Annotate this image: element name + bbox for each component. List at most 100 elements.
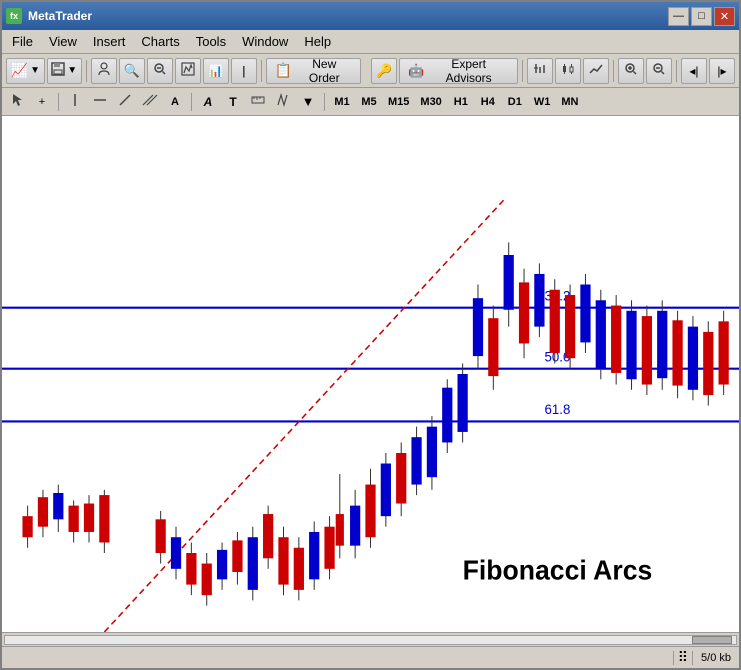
- wave-button[interactable]: [272, 91, 294, 113]
- text-icon: A: [204, 95, 213, 109]
- tf-mn[interactable]: MN: [557, 91, 582, 113]
- toolbar-separator-3: [522, 60, 523, 82]
- measure-icon: [251, 93, 265, 110]
- menu-view[interactable]: View: [41, 32, 85, 51]
- menu-window[interactable]: Window: [234, 32, 296, 51]
- tf-w1[interactable]: W1: [530, 91, 555, 113]
- zoom-in-icon: 🔍: [124, 63, 140, 79]
- zoom-in2-button[interactable]: [618, 58, 644, 84]
- draw-sep-1: [58, 93, 59, 111]
- scroll-left-button[interactable]: ◂|: [681, 58, 707, 84]
- horizontal-line-button[interactable]: [89, 91, 111, 113]
- bar-chart-button[interactable]: [527, 58, 553, 84]
- status-separator-2: [692, 651, 693, 665]
- expert-advisors-button[interactable]: 🤖 Expert Advisors: [399, 58, 518, 84]
- scroll-right-button[interactable]: |▸: [709, 58, 735, 84]
- zoom-in2-icon: [624, 62, 638, 79]
- maximize-button[interactable]: □: [691, 7, 712, 26]
- bar-chart-icon: [533, 62, 547, 79]
- save-button[interactable]: ▼: [47, 58, 82, 84]
- lock-button[interactable]: 🔑: [371, 58, 397, 84]
- menu-insert[interactable]: Insert: [85, 32, 134, 51]
- chart-properties-icon: [181, 62, 195, 79]
- line-chart-button[interactable]: [583, 58, 609, 84]
- menu-file[interactable]: File: [4, 32, 41, 51]
- expert-icon: 🤖: [408, 63, 424, 79]
- status-bar: ⠿ 5/0 kb: [2, 646, 739, 668]
- tf-d1[interactable]: D1: [503, 91, 527, 113]
- tf-m30[interactable]: M30: [416, 91, 445, 113]
- crosshair-button[interactable]: +: [31, 91, 53, 113]
- arrow-button[interactable]: T: [222, 91, 244, 113]
- candle-icon: [561, 62, 575, 79]
- svg-text:Fibonacci Arcs: Fibonacci Arcs: [463, 555, 653, 585]
- tf-m5[interactable]: M5: [357, 91, 381, 113]
- new-order-button[interactable]: 📋 New Order: [266, 58, 361, 84]
- fib-button[interactable]: A: [164, 91, 186, 113]
- close-button[interactable]: ✕: [714, 7, 735, 26]
- measure-button[interactable]: [247, 91, 269, 113]
- app-icon: fx: [6, 8, 22, 24]
- trendline-button[interactable]: [114, 91, 136, 113]
- color-picker-button[interactable]: ▼: [297, 91, 319, 113]
- candle-chart-button[interactable]: [555, 58, 581, 84]
- text-button[interactable]: A: [197, 91, 219, 113]
- cursor-button[interactable]: [6, 91, 28, 113]
- profiles-button[interactable]: [91, 58, 117, 84]
- minimize-button[interactable]: —: [668, 7, 689, 26]
- profiles-icon: [97, 62, 111, 79]
- period-separator-button[interactable]: |: [231, 58, 257, 84]
- scroll-track[interactable]: [4, 635, 737, 645]
- wave-icon: [276, 93, 290, 110]
- grid-icon: ⠿: [678, 649, 688, 666]
- zoom-out-icon: [153, 62, 167, 79]
- menu-charts[interactable]: Charts: [133, 32, 187, 51]
- tf-h1[interactable]: H1: [449, 91, 473, 113]
- horizontal-scrollbar[interactable]: [2, 632, 739, 646]
- channel-icon: [142, 93, 158, 110]
- scroll-right-icon: |▸: [717, 64, 726, 78]
- crosshair-icon: +: [39, 96, 45, 108]
- lock-icon: 🔑: [376, 63, 392, 79]
- horizontal-line-icon: [93, 93, 107, 110]
- new-order-icon: 📋: [275, 62, 292, 79]
- indicators-button[interactable]: 📊: [203, 58, 229, 84]
- new-order-label: New Order: [296, 57, 352, 85]
- scroll-left-icon: ◂|: [689, 64, 698, 78]
- arrow-icon: T: [229, 95, 236, 109]
- menu-bar: File View Insert Charts Tools Window Hel…: [2, 30, 739, 54]
- color-picker-icon: ▼: [302, 94, 315, 109]
- indicators-icon: 📊: [208, 64, 223, 78]
- tf-h4[interactable]: H4: [476, 91, 500, 113]
- zoom-out-button[interactable]: [147, 58, 173, 84]
- vertical-line-icon: [68, 93, 82, 110]
- vertical-line-button[interactable]: [64, 91, 86, 113]
- channel-button[interactable]: [139, 91, 161, 113]
- fib-icon: A: [171, 96, 179, 108]
- menu-help[interactable]: Help: [296, 32, 339, 51]
- toolbar-separator-2: [261, 60, 262, 82]
- candlestick-chart: 38.2 50.0 61.8: [2, 116, 739, 632]
- status-separator-1: [673, 651, 674, 665]
- file-size-label: 5/0 kb: [697, 652, 735, 664]
- new-chart-icon: 📈: [11, 62, 28, 79]
- chart-properties-button[interactable]: [175, 58, 201, 84]
- title-bar-text: MetaTrader: [28, 9, 668, 23]
- line-chart-icon: [589, 62, 603, 79]
- zoom-out2-button[interactable]: [646, 58, 672, 84]
- new-chart-button[interactable]: 📈 ▼: [6, 58, 45, 84]
- expert-advisors-label: Expert Advisors: [428, 57, 509, 85]
- main-toolbar: 📈 ▼ ▼ 🔍 📊: [2, 54, 739, 88]
- scroll-thumb[interactable]: [692, 636, 732, 644]
- chart-area[interactable]: 38.2 50.0 61.8: [2, 116, 739, 632]
- title-bar: fx MetaTrader — □ ✕: [2, 2, 739, 30]
- tf-m15[interactable]: M15: [384, 91, 413, 113]
- cursor-icon: [10, 93, 24, 110]
- toolbar-separator-4: [613, 60, 614, 82]
- zoom-in-button[interactable]: 🔍: [119, 58, 145, 84]
- tf-m1[interactable]: M1: [330, 91, 354, 113]
- zoom-out2-icon: [652, 62, 666, 79]
- trendline-icon: [118, 93, 132, 110]
- toolbar-separator-5: [676, 60, 677, 82]
- menu-tools[interactable]: Tools: [188, 32, 234, 51]
